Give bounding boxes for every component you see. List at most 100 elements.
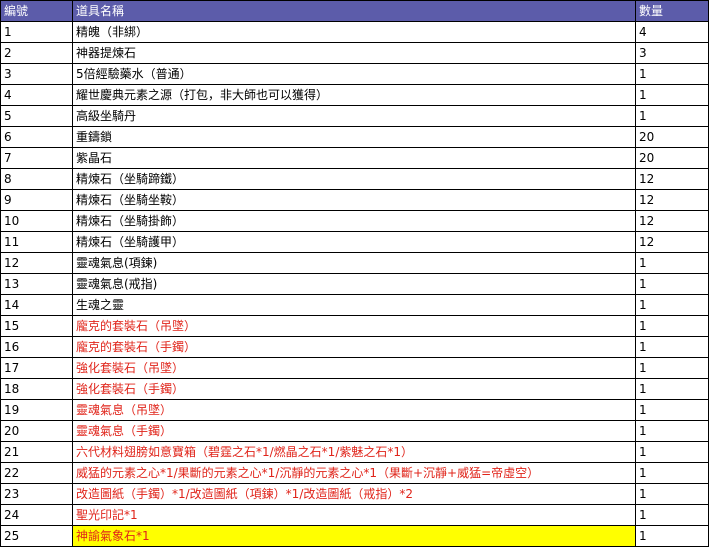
cell-quantity: 1	[635, 483, 709, 505]
cell-quantity: 4	[635, 21, 709, 43]
cell-number: 21	[0, 441, 73, 463]
cell-item-name: 龐克的套裝石（手鐲）	[72, 336, 636, 358]
cell-item-name: 六代材料翅膀如意寶箱（碧霆之石*1/燃晶之石*1/紫魅之石*1）	[72, 441, 636, 463]
cell-number: 19	[0, 399, 73, 421]
cell-quantity: 1	[635, 315, 709, 337]
header-number: 編號	[0, 0, 73, 22]
cell-quantity: 1	[635, 357, 709, 379]
table-row: 16 龐克的套裝石（手鐲） 1	[0, 336, 709, 358]
cell-quantity: 20	[635, 126, 709, 148]
table-row: 23 改造圖紙（手鐲）*1/改造圖紙（項鍊）*1/改造圖紙（戒指）*2 1	[0, 483, 709, 505]
cell-quantity: 3	[635, 42, 709, 64]
cell-number: 18	[0, 378, 73, 400]
cell-number: 14	[0, 294, 73, 316]
table-row: 19 靈魂氣息（吊墜） 1	[0, 399, 709, 421]
table-row: 8 精煉石（坐騎蹄鐵） 12	[0, 168, 709, 190]
cell-quantity: 20	[635, 147, 709, 169]
cell-quantity: 12	[635, 168, 709, 190]
cell-quantity: 1	[635, 504, 709, 526]
cell-item-name: 高級坐騎丹	[72, 105, 636, 127]
header-item-name: 道具名稱	[72, 0, 636, 22]
cell-number: 20	[0, 420, 73, 442]
cell-item-name: 靈魂氣息(戒指)	[72, 273, 636, 295]
cell-number: 5	[0, 105, 73, 127]
cell-item-name: 龐克的套裝石（吊墜）	[72, 315, 636, 337]
cell-quantity: 1	[635, 63, 709, 85]
cell-number: 7	[0, 147, 73, 169]
table-row: 24 聖光印記*1 1	[0, 504, 709, 526]
cell-item-name: 強化套裝石（吊墜）	[72, 357, 636, 379]
cell-quantity: 1	[635, 273, 709, 295]
cell-quantity: 1	[635, 462, 709, 484]
cell-number: 9	[0, 189, 73, 211]
table-row: 22 威猛的元素之心*1/果斷的元素之心*1/沉靜的元素之心*1（果斷+沉靜+威猛…	[0, 462, 709, 484]
cell-quantity: 1	[635, 525, 709, 547]
table-body: 1 精魄（非綁） 4 2 神器提煉石 3 3 5倍經驗藥水（普通） 1 4 耀世慶典元素之源（打包，…	[0, 21, 709, 547]
table-row: 7 紫晶石 20	[0, 147, 709, 169]
cell-item-name: 精煉石（坐騎坐鞍）	[72, 189, 636, 211]
cell-quantity: 1	[635, 336, 709, 358]
cell-quantity: 1	[635, 399, 709, 421]
cell-quantity: 1	[635, 441, 709, 463]
cell-item-name: 威猛的元素之心*1/果斷的元素之心*1/沉靜的元素之心*1（果斷+沉靜+威猛=帝…	[72, 462, 636, 484]
cell-number: 25	[0, 525, 73, 547]
table-row: 18 強化套裝石（手鐲） 1	[0, 378, 709, 400]
cell-number: 13	[0, 273, 73, 295]
cell-item-name: 精煉石（坐騎掛飾）	[72, 210, 636, 232]
cell-item-name: 強化套裝石（手鐲）	[72, 378, 636, 400]
cell-number: 1	[0, 21, 73, 43]
cell-quantity: 12	[635, 189, 709, 211]
cell-item-name: 靈魂氣息(項鍊)	[72, 252, 636, 274]
cell-number: 8	[0, 168, 73, 190]
table-row: 5 高級坐騎丹 1	[0, 105, 709, 127]
item-table: 編號 道具名稱 數量 1 精魄（非綁） 4 2 神器提煉石 3 3 5倍經驗藥水（普通） 1 4 耀…	[0, 0, 709, 547]
cell-number: 12	[0, 252, 73, 274]
table-row: 25 神諭氣象石*1 1	[0, 525, 709, 547]
cell-quantity: 1	[635, 420, 709, 442]
cell-item-name: 精魄（非綁）	[72, 21, 636, 43]
cell-number: 2	[0, 42, 73, 64]
cell-quantity: 1	[635, 84, 709, 106]
cell-number: 15	[0, 315, 73, 337]
table-row: 9 精煉石（坐騎坐鞍） 12	[0, 189, 709, 211]
cell-item-name: 精煉石（坐騎護甲）	[72, 231, 636, 253]
cell-number: 24	[0, 504, 73, 526]
cell-item-name: 靈魂氣息（吊墜）	[72, 399, 636, 421]
cell-item-name: 靈魂氣息（手鐲）	[72, 420, 636, 442]
table-row: 11 精煉石（坐騎護甲） 12	[0, 231, 709, 253]
cell-item-name: 神諭氣象石*1	[72, 525, 636, 547]
cell-number: 22	[0, 462, 73, 484]
cell-quantity: 1	[635, 378, 709, 400]
cell-quantity: 12	[635, 210, 709, 232]
table-row: 20 靈魂氣息（手鐲） 1	[0, 420, 709, 442]
cell-item-name: 精煉石（坐騎蹄鐵）	[72, 168, 636, 190]
table-row: 17 強化套裝石（吊墜） 1	[0, 357, 709, 379]
cell-number: 16	[0, 336, 73, 358]
table-row: 2 神器提煉石 3	[0, 42, 709, 64]
cell-item-name: 5倍經驗藥水（普通）	[72, 63, 636, 85]
cell-item-name: 耀世慶典元素之源（打包，非大師也可以獲得）	[72, 84, 636, 106]
cell-item-name: 重鑄鎖	[72, 126, 636, 148]
cell-number: 17	[0, 357, 73, 379]
cell-item-name: 生魂之靈	[72, 294, 636, 316]
table-row: 15 龐克的套裝石（吊墜） 1	[0, 315, 709, 337]
cell-item-name: 紫晶石	[72, 147, 636, 169]
cell-quantity: 1	[635, 294, 709, 316]
table-row: 6 重鑄鎖 20	[0, 126, 709, 148]
cell-item-name: 聖光印記*1	[72, 504, 636, 526]
table-row: 12 靈魂氣息(項鍊) 1	[0, 252, 709, 274]
cell-item-name: 神器提煉石	[72, 42, 636, 64]
cell-number: 6	[0, 126, 73, 148]
cell-number: 23	[0, 483, 73, 505]
cell-quantity: 1	[635, 252, 709, 274]
cell-number: 3	[0, 63, 73, 85]
cell-number: 4	[0, 84, 73, 106]
header-quantity: 數量	[635, 0, 709, 22]
table-row: 21 六代材料翅膀如意寶箱（碧霆之石*1/燃晶之石*1/紫魅之石*1） 1	[0, 441, 709, 463]
table-row: 13 靈魂氣息(戒指) 1	[0, 273, 709, 295]
cell-item-name: 改造圖紙（手鐲）*1/改造圖紙（項鍊）*1/改造圖紙（戒指）*2	[72, 483, 636, 505]
table-row: 4 耀世慶典元素之源（打包，非大師也可以獲得） 1	[0, 84, 709, 106]
cell-number: 10	[0, 210, 73, 232]
table-row: 10 精煉石（坐騎掛飾） 12	[0, 210, 709, 232]
table-row: 1 精魄（非綁） 4	[0, 21, 709, 43]
